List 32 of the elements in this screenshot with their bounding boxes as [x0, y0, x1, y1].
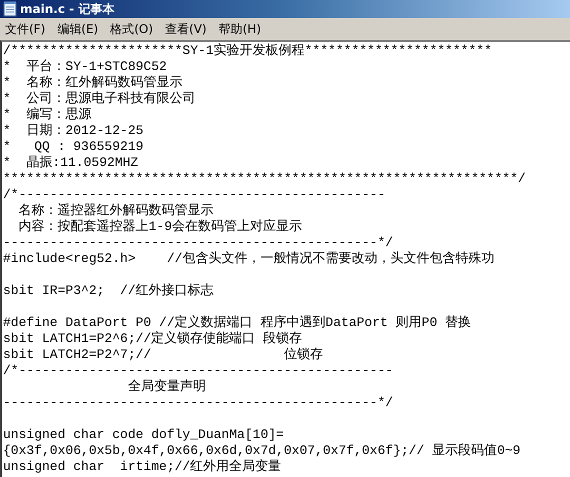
- menu-item[interactable]: 编辑(E): [57, 20, 98, 38]
- notepad-icon: [3, 1, 17, 17]
- window-title: main.c - 记事本: [20, 0, 114, 18]
- code-line: unsigned char code dofly_DuanMa[10]=: [3, 427, 284, 443]
- code-line: {0x3f,0x06,0x5b,0x4f,0x66,0x6d,0x7d,0x07,0x7f,0x6f};// 显示段码值0~9: [3, 443, 520, 459]
- code-line: /*------------------------------------------------: [3, 363, 394, 379]
- code-line: sbit LATCH1=P2^6;//定义锁存使能端口 段锁存: [3, 331, 302, 347]
- code-line: 名称：遥控器红外解码数码管显示: [18, 203, 214, 219]
- code-line: /*-----------------------------------------------: [3, 187, 386, 203]
- code-line: #define DataPort P0 //定义数据端口 程序中遇到DataPort 则用P0 替换: [3, 315, 472, 331]
- code-line: ******************************************************************/: [3, 171, 526, 187]
- code-line: * 日期：2012-12-25: [3, 123, 144, 139]
- code-line: sbit LATCH2=P2^7;// 位锁存: [3, 347, 323, 363]
- menu-item[interactable]: 格式(O): [110, 20, 154, 38]
- code-line: 内容：按配套遥控器上1-9会在数码管上对应显示: [18, 219, 302, 235]
- code-line: * 公司：思源电子科技有限公司: [3, 91, 196, 107]
- menu-item[interactable]: 查看(V): [165, 20, 207, 38]
- code-line: 全局变量声明: [126, 379, 206, 395]
- code-line: ------------------------------------------------*/: [3, 235, 394, 251]
- menu-item[interactable]: 帮助(H): [218, 20, 261, 38]
- code-line: unsigned char irtime;//红外用全局变量: [3, 459, 282, 475]
- code-line: ------------------------------------------------*/: [3, 395, 394, 411]
- code-line: * QQ : 936559219: [3, 139, 144, 155]
- code-line: * 晶振:11.0592MHZ: [3, 155, 138, 171]
- code-line: #include<reg52.h> //包含头文件，一般情况不需要改动，头文件包含特殊功: [3, 251, 494, 267]
- code-line: sbit IR=P3^2; //红外接口标志: [3, 283, 214, 299]
- code-line: * 平台：SY-1+STC89C52: [3, 59, 167, 75]
- code-line: * 编写：思源: [3, 107, 92, 123]
- code-line: /**********************SY-1实验开发板例程************************: [3, 43, 492, 59]
- menu-item[interactable]: 文件(F): [5, 20, 46, 38]
- code-line: * 名称：红外解码数码管显示: [3, 75, 182, 91]
- editor-area[interactable]: [0, 40, 570, 477]
